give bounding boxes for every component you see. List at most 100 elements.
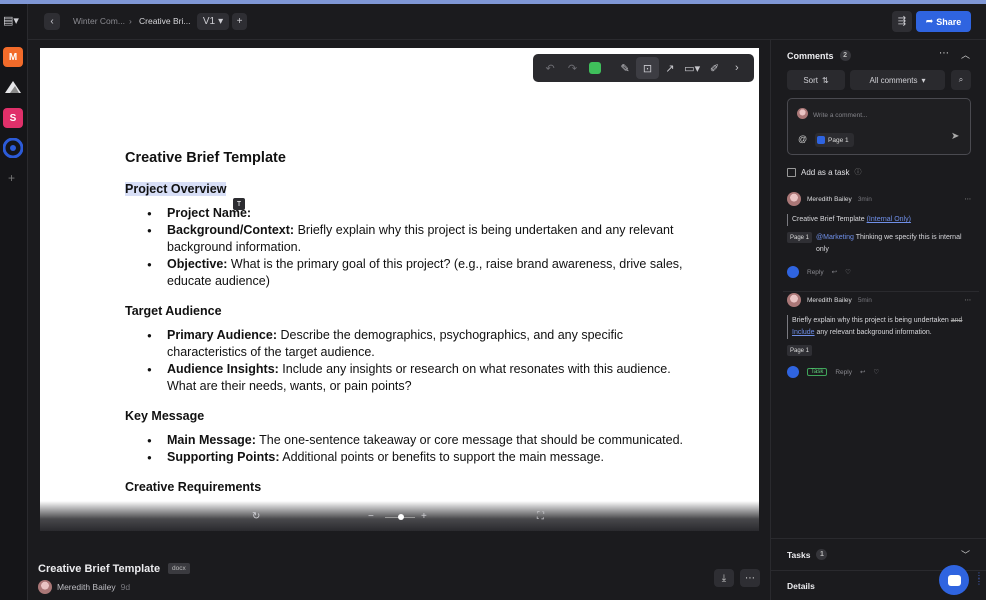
comment-composer[interactable]: Write a comment... @ Page 1 ➤	[787, 98, 971, 155]
zoom-out-icon[interactable]: −	[368, 511, 374, 522]
comment-actions: Reply ↩ ♡	[787, 266, 971, 278]
send-icon[interactable]: ➤	[951, 131, 959, 142]
quote-link[interactable]: Include	[792, 329, 815, 336]
task-badge[interactable]: Task	[807, 368, 828, 376]
page-tag[interactable]: Page 1	[787, 345, 813, 356]
comment-thread[interactable]: Meredith Bailey 5min ⋯ Briefly explain w…	[787, 293, 971, 378]
list-item: Audience Insights: Include any insights …	[147, 361, 685, 395]
download-button[interactable]: ⤓	[714, 569, 734, 587]
list-item: Background/Context: Briefly explain why …	[147, 222, 685, 256]
arrow-icon[interactable]: ↗	[659, 57, 681, 79]
rectangle-icon[interactable]: ▭▾	[681, 57, 703, 79]
tasks-count-badge: 1	[816, 549, 828, 560]
action-icon[interactable]	[787, 266, 799, 278]
tasks-header: Tasks 1	[787, 549, 828, 560]
tasks-section[interactable]: Tasks 1 ﹀	[771, 538, 986, 568]
zoom-slider-handle[interactable]	[398, 514, 404, 520]
bullet-list: Primary Audience: Describe the demograph…	[125, 327, 685, 395]
comment-more-icon[interactable]: ⋯	[965, 296, 972, 304]
comment-filter-dropdown[interactable]: All comments ▾	[850, 70, 945, 90]
more-options-button[interactable]: ⋯	[740, 569, 760, 587]
details-header: Details	[787, 581, 815, 591]
comment-thread[interactable]: Meredith Bailey 3min ⋯ Creative Brief Te…	[787, 192, 971, 278]
comment-author: Meredith Bailey	[807, 296, 852, 304]
avatar	[797, 108, 808, 119]
workspace-m[interactable]: M	[3, 47, 23, 67]
more-icon: ⋯	[745, 572, 755, 584]
sort-icon: ⇅	[821, 75, 829, 85]
reply-icon[interactable]: ↩	[860, 368, 865, 376]
like-icon[interactable]: ♡	[845, 268, 851, 276]
item-text: Additional points or benefits to support…	[279, 450, 604, 464]
redo-icon[interactable]: ↷	[561, 57, 583, 79]
back-button[interactable]: ‹	[44, 13, 60, 30]
item-label: Supporting Points:	[167, 450, 280, 464]
pen-icon[interactable]: ✐	[703, 57, 725, 79]
action-icon[interactable]	[787, 366, 799, 378]
workspace-s[interactable]: S	[3, 108, 23, 128]
reply-button[interactable]: Reply	[807, 269, 824, 276]
document-viewer[interactable]: ↶ ↷ ✎ ⊡ ↗ ▭▾ ✐ › Creative Brief Template…	[40, 48, 759, 531]
chevron-down-icon: ▾	[218, 16, 224, 27]
app-window: ▤▾ M S + ‹ Winter Com... › Creative Bri.…	[0, 0, 986, 600]
undo-icon[interactable]: ↶	[539, 57, 561, 79]
highlighted-heading[interactable]: Project Overview	[125, 182, 227, 196]
mention[interactable]: @Marketing	[816, 234, 854, 241]
workspace-star-icon[interactable]	[3, 138, 23, 158]
page-chip[interactable]: Page 1	[815, 133, 854, 147]
rotate-icon[interactable]: ↻	[252, 511, 260, 522]
workspace-rail: ▤▾ M S +	[0, 4, 28, 600]
quote-text: Briefly explain why this project is bein…	[792, 317, 951, 324]
comment-pin-icon[interactable]: T	[233, 198, 245, 210]
details-label: Details	[787, 581, 815, 591]
avatar	[38, 580, 52, 594]
share-icon: ➦	[925, 16, 934, 26]
checkbox[interactable]	[787, 167, 796, 177]
breadcrumb-file[interactable]: Creative Bri...	[139, 16, 191, 26]
workspace-mountain-icon[interactable]	[3, 77, 23, 97]
chat-support-button[interactable]	[939, 565, 969, 595]
add-version-button[interactable]: +	[232, 13, 247, 30]
quote-text: Creative Brief Template	[792, 216, 867, 223]
workspace-s-letter: S	[9, 112, 17, 124]
comment-more-icon[interactable]: ⋯	[965, 195, 972, 203]
comment-header: Meredith Bailey 5min ⋯	[787, 293, 971, 307]
reply-button[interactable]: Reply	[835, 369, 852, 376]
search-button[interactable]: ⌕	[951, 70, 971, 90]
chevron-down-icon[interactable]: ﹀	[961, 548, 970, 561]
add-workspace-button[interactable]: +	[8, 171, 15, 185]
breadcrumb-folder[interactable]: Winter Com...	[73, 16, 125, 26]
workspace-switcher-icon[interactable]: ▤▾	[3, 14, 19, 27]
add-as-task-toggle[interactable]: Add as a task ⓘ	[787, 167, 861, 177]
panel-title: Comments	[787, 50, 834, 61]
section-heading: Target Audience	[125, 304, 222, 318]
page-tag[interactable]: Page 1	[787, 232, 813, 243]
fullscreen-icon[interactable]: ⛶	[537, 511, 544, 522]
focus-icon[interactable]: ⊡	[636, 57, 659, 79]
mention-button[interactable]: @	[798, 134, 807, 144]
chevron-right-icon[interactable]: ›	[726, 57, 748, 79]
grip-handle-icon[interactable]: ⋮⋮⋮⋮	[975, 572, 986, 586]
avatar	[787, 192, 801, 206]
reply-icon[interactable]: ↩	[832, 268, 837, 276]
sort-button[interactable]: Sort ⇅	[787, 70, 845, 90]
like-icon[interactable]: ♡	[873, 368, 879, 376]
share-button[interactable]: ➦ Share	[916, 11, 971, 32]
zoom-in-icon[interactable]: +	[421, 511, 427, 522]
panel-more-icon[interactable]: ⋯	[939, 48, 949, 59]
pin-icon[interactable]: ✎	[614, 57, 636, 79]
collapse-panel-icon[interactable]: ︿	[961, 48, 970, 61]
version-dropdown[interactable]: V1 ▾	[197, 13, 229, 30]
info-icon: ⓘ	[854, 169, 862, 176]
quote-link[interactable]: (Internal Only)	[867, 216, 911, 223]
checkbox-checked-icon	[817, 136, 825, 144]
list-item: Main Message: The one-sentence takeaway …	[147, 432, 685, 449]
item-text: The one-sentence takeaway or core messag…	[255, 433, 684, 447]
integration-icon[interactable]: ⇶	[892, 11, 912, 32]
search-icon: ⌕	[958, 75, 964, 84]
chevron-down-icon: ▾	[921, 75, 926, 85]
comment-input[interactable]: Write a comment...	[813, 112, 867, 119]
comments-panel: Comments 2 ⋯ ︿ Sort ⇅ All comments ▾ ⌕ Wri…	[770, 40, 986, 600]
color-swatch-icon[interactable]	[584, 57, 606, 79]
plus-icon: +	[236, 16, 243, 27]
